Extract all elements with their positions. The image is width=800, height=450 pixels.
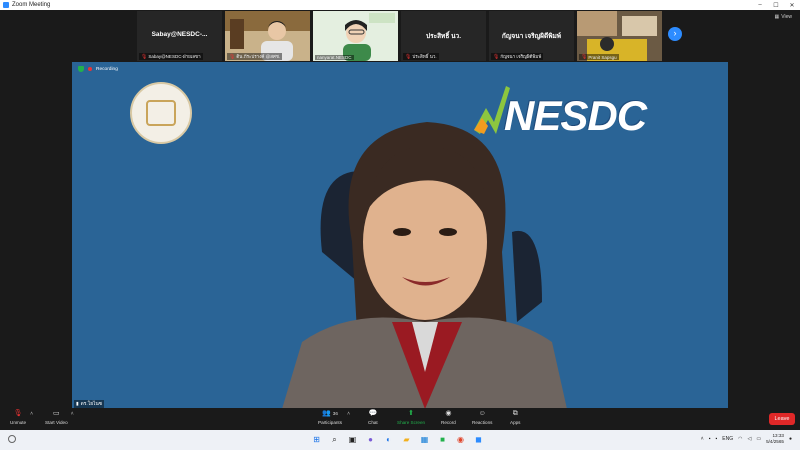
unmute-button[interactable]: 🎙 Unmute ˄ [10, 410, 33, 425]
recording-dot-icon [88, 67, 92, 71]
view-button[interactable]: ▦ View [775, 14, 792, 20]
system-tray: ˄ ▪ ▪ ENG ◠ ◁ ▭ 13:33 5/4/2565 ● [701, 433, 792, 445]
minimize-button[interactable]: – [752, 2, 768, 8]
wifi-icon[interactable]: ◠ [738, 436, 742, 442]
chevron-up-icon[interactable]: ˄ [701, 436, 704, 442]
participant-video [313, 11, 398, 61]
notification-icon[interactable]: ● [789, 436, 792, 442]
zoom-taskbar-icon[interactable]: ◼ [472, 433, 485, 446]
store-icon[interactable]: ▦ [418, 433, 431, 446]
chevron-up-icon[interactable]: ˄ [30, 411, 33, 417]
tray-app-icon[interactable]: ▪ [715, 436, 717, 442]
participant-caption: 🎙 Sabay@NESDC-ฝ่ายเลขา [139, 53, 203, 60]
chrome-browser-icon[interactable]: ◉ [454, 433, 467, 446]
participant-caption: nanyarat.NESDC [315, 55, 354, 60]
chat-app-icon[interactable]: ● [364, 433, 377, 446]
participants-button[interactable]: 👥 36 Participants ˄ [318, 410, 350, 425]
start-menu-icon[interactable]: ⊞ [310, 433, 323, 446]
participant-caption: 🎙 Pranit Sapsgu [579, 54, 619, 60]
signal-bars-icon: ▮ [76, 401, 79, 407]
maximize-button[interactable]: ☐ [768, 2, 784, 9]
muted-mic-icon: 🎙 [581, 54, 588, 60]
start-video-button[interactable]: ▭ Start Video ˄ [45, 410, 74, 425]
file-explorer-icon[interactable]: ▰ [400, 433, 413, 446]
participant-tile[interactable]: Sabay@NESDC-... 🎙 Sabay@NESDC-ฝ่ายเลขา [137, 11, 222, 61]
active-speaker-video: Recording NESDC ▮ ดร.โยไนซ [72, 62, 728, 409]
muted-mic-icon: 🎙 [141, 53, 148, 60]
next-page-arrow-icon[interactable]: › [668, 27, 682, 41]
battery-icon[interactable]: ▭ [756, 436, 761, 442]
participant-tile[interactable]: ประสิทธิ์ นว. 🎙 ประสิทธิ์ นว. [401, 11, 486, 61]
apps-icon: ⧉ [512, 410, 518, 417]
apps-button[interactable]: ⧉ Apps [510, 410, 520, 425]
windows-taskbar: ⊞ ⌕ ▣ ● ◐ ▰ ▦ ■ ◉ ◼ ˄ ▪ ▪ ENG ◠ ◁ ▭ 13:3… [0, 430, 800, 450]
record-icon: ◉ [445, 410, 452, 417]
taskbar-clock[interactable]: 13:33 5/4/2565 [766, 433, 784, 445]
share-screen-icon: ⬆ [408, 410, 414, 417]
chevron-up-icon[interactable]: ˄ [71, 411, 74, 417]
participant-gallery: Sabay@NESDC-... 🎙 Sabay@NESDC-ฝ่ายเลขา 🎙 ด… [0, 10, 800, 62]
share-screen-button[interactable]: ⬆ Share Screen [397, 410, 425, 425]
speaker-name-label: ▮ ดร.โยไนซ [74, 400, 104, 408]
government-seal-logo [130, 82, 192, 144]
video-off-icon: ▭ [53, 410, 60, 417]
edge-browser-icon[interactable]: ◐ [382, 433, 395, 446]
language-indicator[interactable]: ENG [722, 436, 733, 442]
muted-mic-icon: 🎙 [405, 53, 412, 60]
tray-app-icon[interactable]: ▪ [709, 436, 711, 442]
participant-caption: 🎙 ประสิทธิ์ นว. [403, 53, 439, 60]
speaker-person [282, 122, 567, 409]
chat-button[interactable]: 💬 Chat [368, 410, 378, 425]
participant-caption: 🎙 กัญจนา เจริญผิดีพิมพ์ [491, 53, 544, 60]
muted-mic-icon: 🎙 [229, 53, 236, 60]
taskbar-apps: ⊞ ⌕ ▣ ● ◐ ▰ ▦ ■ ◉ ◼ [310, 433, 485, 446]
record-button[interactable]: ◉ Record [441, 410, 456, 425]
participant-tile[interactable]: 🎙 ดิน ภีระปรางค์ @สศช. [225, 11, 310, 61]
participant-name: Sabay@NESDC-... [151, 31, 208, 38]
line-app-icon[interactable]: ■ [436, 433, 449, 446]
zoom-app-icon [3, 2, 9, 8]
participant-tile[interactable]: 🎙 Pranit Sapsgu [577, 11, 662, 61]
participant-name: กัญจนา เจริญผิดีพิมพ์ [501, 33, 562, 40]
participants-icon: 👥 36 [322, 410, 338, 417]
participant-tile[interactable]: กัญจนา เจริญผิดีพิมพ์ 🎙 กัญจนา เจริญผิดีพ… [489, 11, 574, 61]
task-view-icon[interactable]: ▣ [346, 433, 359, 446]
meeting-toolbar: 🎙 Unmute ˄ ▭ Start Video ˄ 👥 36 Particip… [0, 408, 800, 430]
participant-name: ประสิทธิ์ นว. [425, 33, 462, 40]
security-shield-icon[interactable] [78, 66, 84, 72]
window-title: Zoom Meeting [12, 2, 51, 8]
volume-icon[interactable]: ◁ [747, 436, 751, 442]
leave-button[interactable]: Leave [769, 413, 795, 425]
chat-icon: 💬 [368, 410, 378, 417]
search-icon[interactable]: ⌕ [328, 433, 341, 446]
weather-icon[interactable] [8, 435, 16, 443]
chevron-up-icon[interactable]: ˄ [347, 411, 350, 417]
muted-mic-icon: 🎙 [13, 410, 23, 417]
participant-caption: 🎙 ดิน ภีระปรางค์ @สศช. [227, 53, 283, 60]
recording-indicator: Recording [78, 66, 118, 72]
close-button[interactable]: ✕ [784, 2, 800, 9]
participant-tile[interactable]: nanyarat.NESDC [313, 11, 398, 61]
muted-mic-icon: 🎙 [493, 53, 500, 60]
reactions-icon: ☺ [478, 410, 486, 417]
window-titlebar: Zoom Meeting – ☐ ✕ [0, 0, 800, 10]
reactions-button[interactable]: ☺ Reactions [472, 410, 492, 425]
grid-icon: ▦ [774, 14, 780, 20]
